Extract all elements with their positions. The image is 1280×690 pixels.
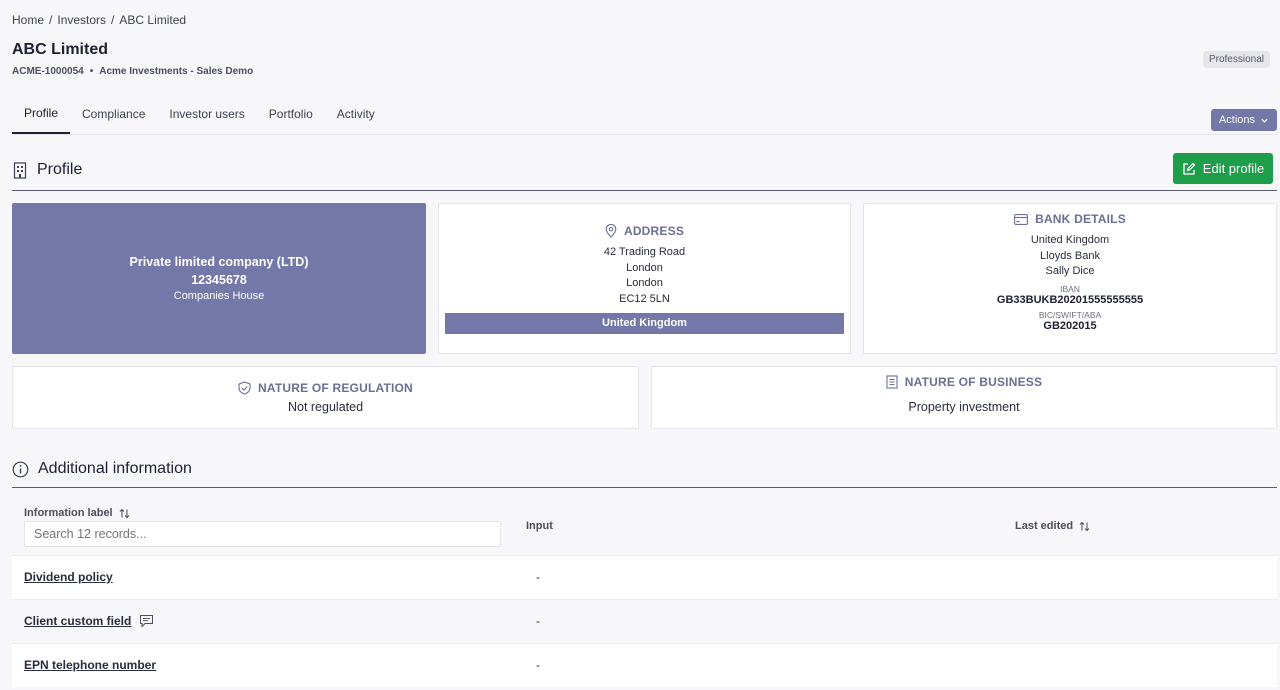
table-row: EPN telephone number - — [12, 643, 1277, 687]
sort-icon[interactable] — [119, 508, 130, 519]
search-input[interactable] — [24, 521, 501, 547]
iban-value: GB33BUKB20201555555555 — [996, 293, 1144, 306]
tab-bar: Profile Compliance Investor users Portfo… — [12, 96, 387, 134]
tab-profile[interactable]: Profile — [12, 96, 71, 134]
row-input-value: - — [536, 658, 540, 672]
credit-card-icon — [1014, 213, 1029, 225]
edit-profile-button[interactable]: Edit profile — [1173, 153, 1273, 184]
breadcrumb-separator: / — [49, 13, 53, 27]
address-line: 42 Trading Road — [603, 246, 686, 258]
regulation-title-text: NATURE OF REGULATION — [258, 381, 413, 395]
column-header-label: Last edited — [1015, 520, 1074, 532]
actions-dropdown-button[interactable]: Actions — [1210, 109, 1277, 131]
breadcrumb-home[interactable]: Home — [12, 13, 44, 27]
breadcrumb-investors[interactable]: Investors — [57, 13, 106, 27]
company-card: Private limited company (LTD) 12345678 C… — [12, 203, 426, 354]
company-number: 12345678 — [191, 273, 247, 287]
tab-activity[interactable]: Activity — [325, 96, 387, 134]
map-pin-icon — [605, 224, 617, 238]
clipboard-icon — [886, 375, 898, 389]
profile-section-header: Profile — [12, 156, 1277, 191]
regulation-title: NATURE OF REGULATION — [13, 381, 638, 395]
breadcrumb: Home / Investors / ABC Limited — [12, 13, 186, 27]
regulation-value: Not regulated — [287, 400, 364, 414]
column-header-label: Information label — [24, 507, 113, 519]
edit-profile-label: Edit profile — [1202, 161, 1265, 176]
bank-details-title-text: BANK DETAILS — [1035, 212, 1126, 226]
company-type: Private limited company (LTD) — [129, 255, 309, 269]
company-registry: Companies House — [173, 290, 265, 302]
business-card: NATURE OF BUSINESS Property investment — [651, 366, 1277, 429]
row-label-link[interactable]: Dividend policy — [24, 570, 113, 584]
tabs-divider — [12, 134, 1277, 135]
business-value: Property investment — [908, 400, 1020, 414]
bank-details-card: BANK DETAILS United Kingdom Lloyds Bank … — [863, 203, 1277, 354]
address-line: London — [626, 261, 663, 274]
address-postcode: EC12 5LN — [619, 292, 670, 305]
building-icon — [12, 161, 28, 179]
actions-label: Actions — [1218, 114, 1255, 126]
address-card: ADDRESS 42 Trading Road London London EC… — [438, 203, 851, 354]
address-title-text: ADDRESS — [623, 224, 685, 238]
comment-icon[interactable] — [139, 614, 154, 628]
additional-info-heading: Additional information — [38, 460, 192, 477]
investor-id: ACME-1000054 — [12, 66, 84, 77]
column-header-last-edited[interactable]: Last edited — [1015, 520, 1090, 532]
address-country: United Kingdom — [445, 313, 844, 334]
tab-portfolio[interactable]: Portfolio — [257, 96, 325, 134]
row-label-link[interactable]: Client custom field — [24, 614, 154, 628]
column-header-input: Input — [526, 520, 553, 532]
breadcrumb-separator: / — [111, 13, 115, 27]
profile-heading: Profile — [37, 161, 83, 178]
subtitle-bullet: • — [89, 66, 94, 77]
page-subtitle: ACME-1000054 • Acme Investments - Sales … — [12, 66, 253, 77]
iban-label: IBAN — [1060, 283, 1080, 294]
tab-investor-users[interactable]: Investor users — [157, 96, 256, 134]
business-title-text: NATURE OF BUSINESS — [904, 375, 1043, 389]
shield-check-icon — [238, 381, 251, 395]
row-label: Dividend policy — [24, 570, 113, 584]
organisation-name: Acme Investments - Sales Demo — [99, 66, 254, 77]
table-row: Client custom field - — [12, 599, 1277, 643]
tab-compliance[interactable]: Compliance — [70, 96, 157, 134]
bank-details-title: BANK DETAILS — [864, 212, 1276, 226]
address-line: London — [626, 277, 663, 289]
edit-icon — [1182, 162, 1196, 176]
chevron-down-icon — [1260, 116, 1269, 125]
additional-info-section-header: Additional information — [12, 457, 1277, 488]
column-header-information-label[interactable]: Information label — [24, 507, 130, 519]
table-row: Dividend policy - — [12, 555, 1277, 599]
table-header: Information label Input Last edited — [12, 498, 1277, 555]
account-holder: Sally Dice — [1045, 265, 1095, 277]
regulation-card: NATURE OF REGULATION Not regulated — [12, 366, 639, 429]
bank-name: Lloyds Bank — [1040, 249, 1100, 262]
business-title: NATURE OF BUSINESS — [652, 375, 1276, 389]
row-label-link[interactable]: EPN telephone number — [24, 658, 156, 672]
row-label: Client custom field — [24, 614, 132, 628]
row-label: EPN telephone number — [24, 658, 157, 672]
bic-value: GB202015 — [1043, 319, 1097, 332]
breadcrumb-current: ABC Limited — [119, 13, 187, 27]
status-badge: Professional — [1202, 51, 1270, 68]
row-input-value: - — [536, 570, 540, 584]
bank-country: United Kingdom — [1030, 234, 1110, 246]
info-icon — [12, 461, 29, 478]
sort-icon[interactable] — [1079, 521, 1090, 532]
bic-label: BIC/SWIFT/ABA — [1038, 309, 1102, 320]
row-input-value: - — [536, 614, 540, 628]
address-title: ADDRESS — [439, 224, 850, 238]
page-title: ABC Limited — [12, 41, 108, 58]
